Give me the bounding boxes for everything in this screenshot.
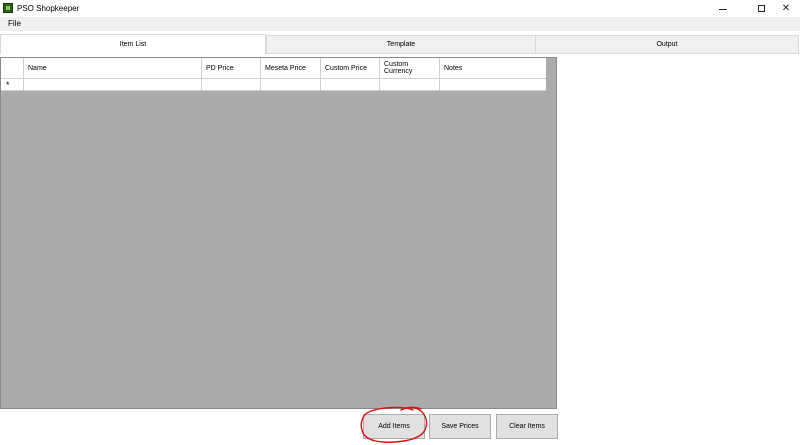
clear-items-button[interactable]: Clear Items bbox=[496, 414, 558, 439]
new-row-cell-name[interactable] bbox=[24, 79, 202, 90]
column-header-name[interactable]: Name bbox=[24, 58, 202, 78]
new-row-cell-custom-price[interactable] bbox=[321, 79, 380, 90]
app-icon bbox=[3, 3, 13, 13]
title-bar: PSO Shopkeeper ✕ bbox=[0, 0, 800, 17]
menu-file[interactable]: File bbox=[8, 19, 21, 29]
new-row[interactable]: * bbox=[1, 79, 546, 91]
column-header-custom-currency[interactable]: Custom Currency bbox=[380, 58, 440, 78]
new-row-marker: * bbox=[6, 80, 10, 90]
close-icon: ✕ bbox=[781, 3, 791, 14]
new-row-cell-meseta-price[interactable] bbox=[261, 79, 321, 90]
maximize-icon bbox=[757, 5, 765, 12]
close-button[interactable]: ✕ bbox=[772, 0, 800, 17]
new-row-cell-custom-currency[interactable] bbox=[380, 79, 440, 90]
tab-item-list[interactable]: Item List bbox=[0, 34, 266, 54]
maximize-button[interactable] bbox=[747, 0, 775, 17]
new-row-cell-notes[interactable] bbox=[440, 79, 546, 90]
new-row-cell-pd-price[interactable] bbox=[202, 79, 261, 90]
grid-header-row: Name PD Price Meseta Price Custom Price … bbox=[1, 58, 546, 79]
tab-output[interactable]: Output bbox=[535, 35, 799, 54]
item-grid[interactable]: Name PD Price Meseta Price Custom Price … bbox=[0, 57, 557, 409]
column-header-custom-price[interactable]: Custom Price bbox=[321, 58, 380, 78]
minimize-button[interactable] bbox=[709, 0, 737, 17]
minimize-icon bbox=[719, 9, 727, 10]
column-header-notes[interactable]: Notes bbox=[440, 58, 546, 78]
menu-bar: File bbox=[0, 17, 800, 31]
tab-template[interactable]: Template bbox=[266, 35, 536, 54]
row-selector-header[interactable] bbox=[1, 58, 24, 78]
column-header-meseta-price[interactable]: Meseta Price bbox=[261, 58, 321, 78]
new-row-selector[interactable]: * bbox=[1, 79, 24, 90]
add-items-button[interactable]: Add Items bbox=[363, 414, 425, 439]
save-prices-button[interactable]: Save Prices bbox=[429, 414, 491, 439]
column-header-pd-price[interactable]: PD Price bbox=[202, 58, 261, 78]
tab-strip: Item List Template Output bbox=[0, 34, 800, 54]
window-title: PSO Shopkeeper bbox=[17, 4, 80, 13]
